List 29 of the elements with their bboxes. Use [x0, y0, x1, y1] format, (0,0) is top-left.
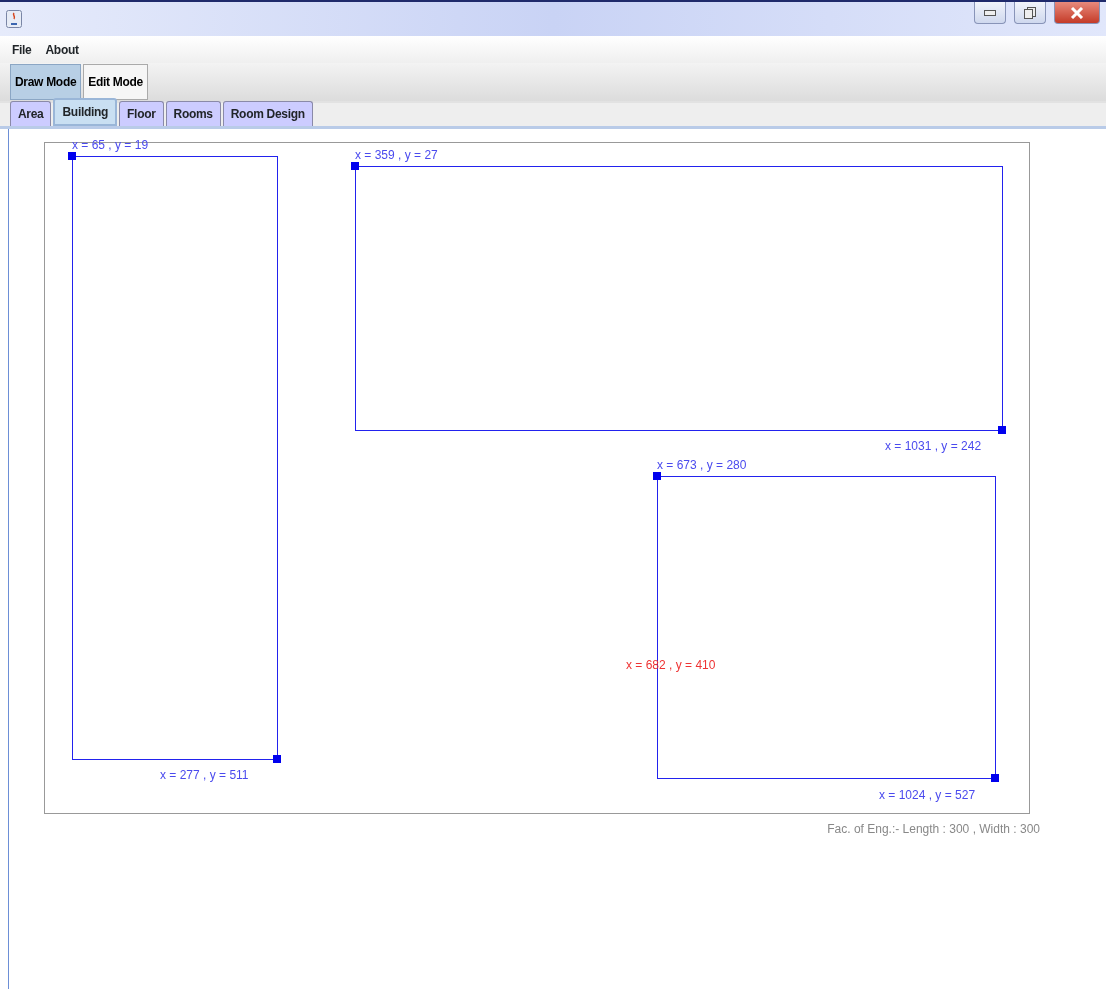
tab[interactable]: Room Design: [222, 101, 313, 126]
mode-button[interactable]: Edit Mode: [83, 64, 148, 100]
close-icon: [1070, 6, 1084, 19]
mode-button[interactable]: Draw Mode: [10, 64, 82, 100]
tab[interactable]: Area: [10, 101, 52, 126]
coordinate-label: x = 673 , y = 280: [657, 458, 747, 472]
coordinate-label: x = 277 , y = 511: [160, 768, 249, 782]
tab[interactable]: Building: [53, 98, 118, 126]
corner-handle[interactable]: [68, 152, 76, 160]
tab[interactable]: Floor: [119, 101, 164, 126]
coordinate-label: x = 1031 , y = 242: [885, 439, 982, 453]
tab[interactable]: Rooms: [165, 101, 221, 126]
dimensions-caption: Fac. of Eng.:- Length : 300 , Width : 300: [827, 822, 1040, 836]
restore-button[interactable]: [1014, 2, 1046, 24]
corner-handle[interactable]: [351, 162, 359, 170]
coordinate-label: x = 359 , y = 27: [355, 148, 438, 162]
minimize-icon: [984, 9, 996, 16]
coordinate-label: x = 65 , y = 19: [72, 138, 149, 152]
minimize-button[interactable]: [974, 2, 1006, 24]
restore-icon: [1024, 6, 1036, 19]
corner-handle[interactable]: [653, 472, 661, 480]
app-icon: [6, 10, 22, 28]
corner-handle[interactable]: [998, 426, 1006, 434]
corner-handle[interactable]: [273, 755, 281, 763]
coordinate-label: x = 1024 , y = 527: [879, 788, 976, 802]
menu-item[interactable]: File: [12, 40, 32, 59]
close-button[interactable]: [1054, 2, 1100, 24]
menu-item[interactable]: About: [45, 40, 79, 59]
corner-handle[interactable]: [991, 774, 999, 782]
